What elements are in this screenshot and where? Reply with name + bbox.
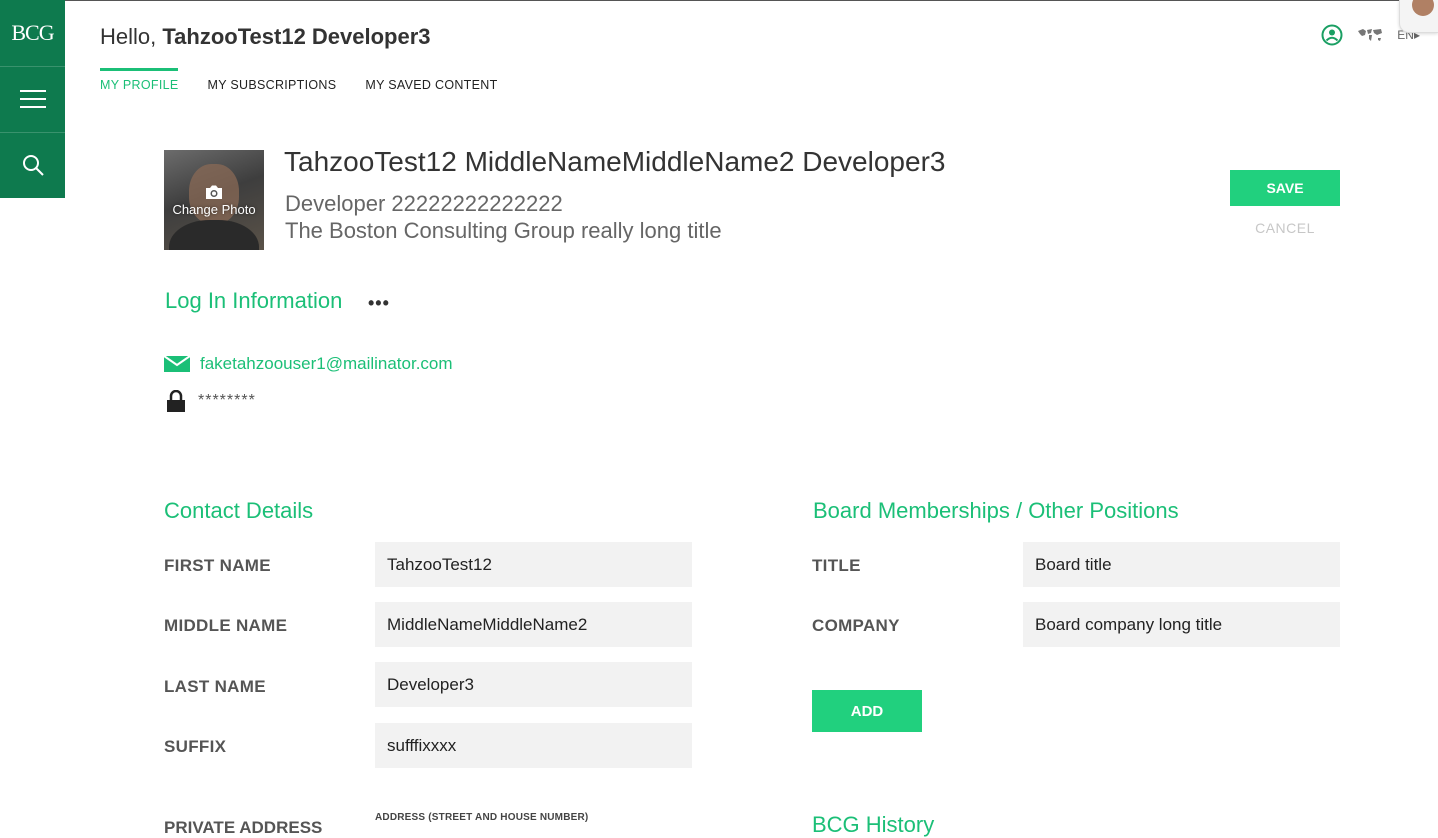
contact-details-title: Contact Details (164, 498, 314, 523)
board-title-field[interactable] (1023, 542, 1340, 587)
last-name-field[interactable] (375, 662, 692, 707)
envelope-icon (164, 355, 190, 372)
suffix-label: SUFFIX (164, 737, 227, 756)
login-info-title: Log In Information (165, 288, 343, 313)
tab-my-profile[interactable]: MY PROFILE (100, 68, 179, 98)
login-more-button[interactable]: ••• (368, 293, 390, 314)
change-photo-label: Change Photo (172, 202, 256, 217)
hamburger-icon (19, 90, 46, 108)
add-board-button[interactable]: ADD (812, 690, 922, 732)
corner-avatar[interactable] (1399, 0, 1438, 33)
middle-name-label: MIDDLE NAME (164, 616, 288, 635)
left-rail: BCG (0, 0, 65, 198)
board-company-field[interactable] (1023, 602, 1340, 647)
login-email[interactable]: faketahzoouser1@mailinator.com (200, 354, 453, 374)
profile-full-name: TahzooTest12 MiddleNameMiddleName2 Devel… (284, 146, 946, 177)
lock-icon (167, 390, 185, 412)
user-account-icon[interactable] (1321, 24, 1343, 46)
avatar-image (1412, 0, 1434, 16)
bcg-history-title: BCG History (812, 812, 935, 837)
address-street-label: ADDRESS (STREET AND HOUSE NUMBER) (375, 812, 589, 823)
greeting: Hello, TahzooTest12 Developer3 (100, 24, 431, 50)
save-button[interactable]: SAVE (1230, 170, 1340, 206)
world-map-icon[interactable] (1357, 27, 1383, 43)
board-memberships-title: Board Memberships / Other Positions (813, 498, 1179, 523)
last-name-label: LAST NAME (164, 677, 266, 696)
greeting-user-name: TahzooTest12 Developer3 (162, 24, 431, 49)
photo-shoulders (169, 220, 259, 250)
profile-company: The Boston Consulting Group really long … (285, 218, 722, 243)
bcg-logo[interactable]: BCG (0, 0, 65, 67)
profile-tabs: MY PROFILE MY SUBSCRIPTIONS MY SAVED CON… (100, 68, 527, 98)
email-row: faketahzoouser1@mailinator.com (164, 354, 453, 374)
tab-my-saved-content[interactable]: MY SAVED CONTENT (365, 68, 497, 98)
profile-role: Developer 22222222222222 (285, 191, 563, 216)
middle-name-field[interactable] (375, 602, 692, 647)
cancel-button[interactable]: CANCEL (1230, 220, 1340, 240)
menu-button[interactable] (0, 66, 65, 133)
tab-my-subscriptions[interactable]: MY SUBSCRIPTIONS (207, 68, 336, 98)
search-button[interactable] (0, 132, 65, 198)
board-company-label: COMPANY (812, 616, 900, 635)
first-name-label: FIRST NAME (164, 556, 271, 575)
search-icon (22, 155, 44, 176)
private-address-label: PRIVATE ADDRESS (164, 818, 323, 837)
profile-photo[interactable]: Change Photo (164, 150, 264, 250)
camera-icon (206, 185, 222, 199)
top-border (0, 0, 1438, 1)
board-title-label: TITLE (812, 556, 861, 575)
suffix-field[interactable] (375, 723, 692, 768)
greeting-text: Hello, (100, 24, 157, 49)
first-name-field[interactable] (375, 542, 692, 587)
login-password: ******** (198, 392, 256, 409)
password-row: ******** (166, 390, 256, 412)
